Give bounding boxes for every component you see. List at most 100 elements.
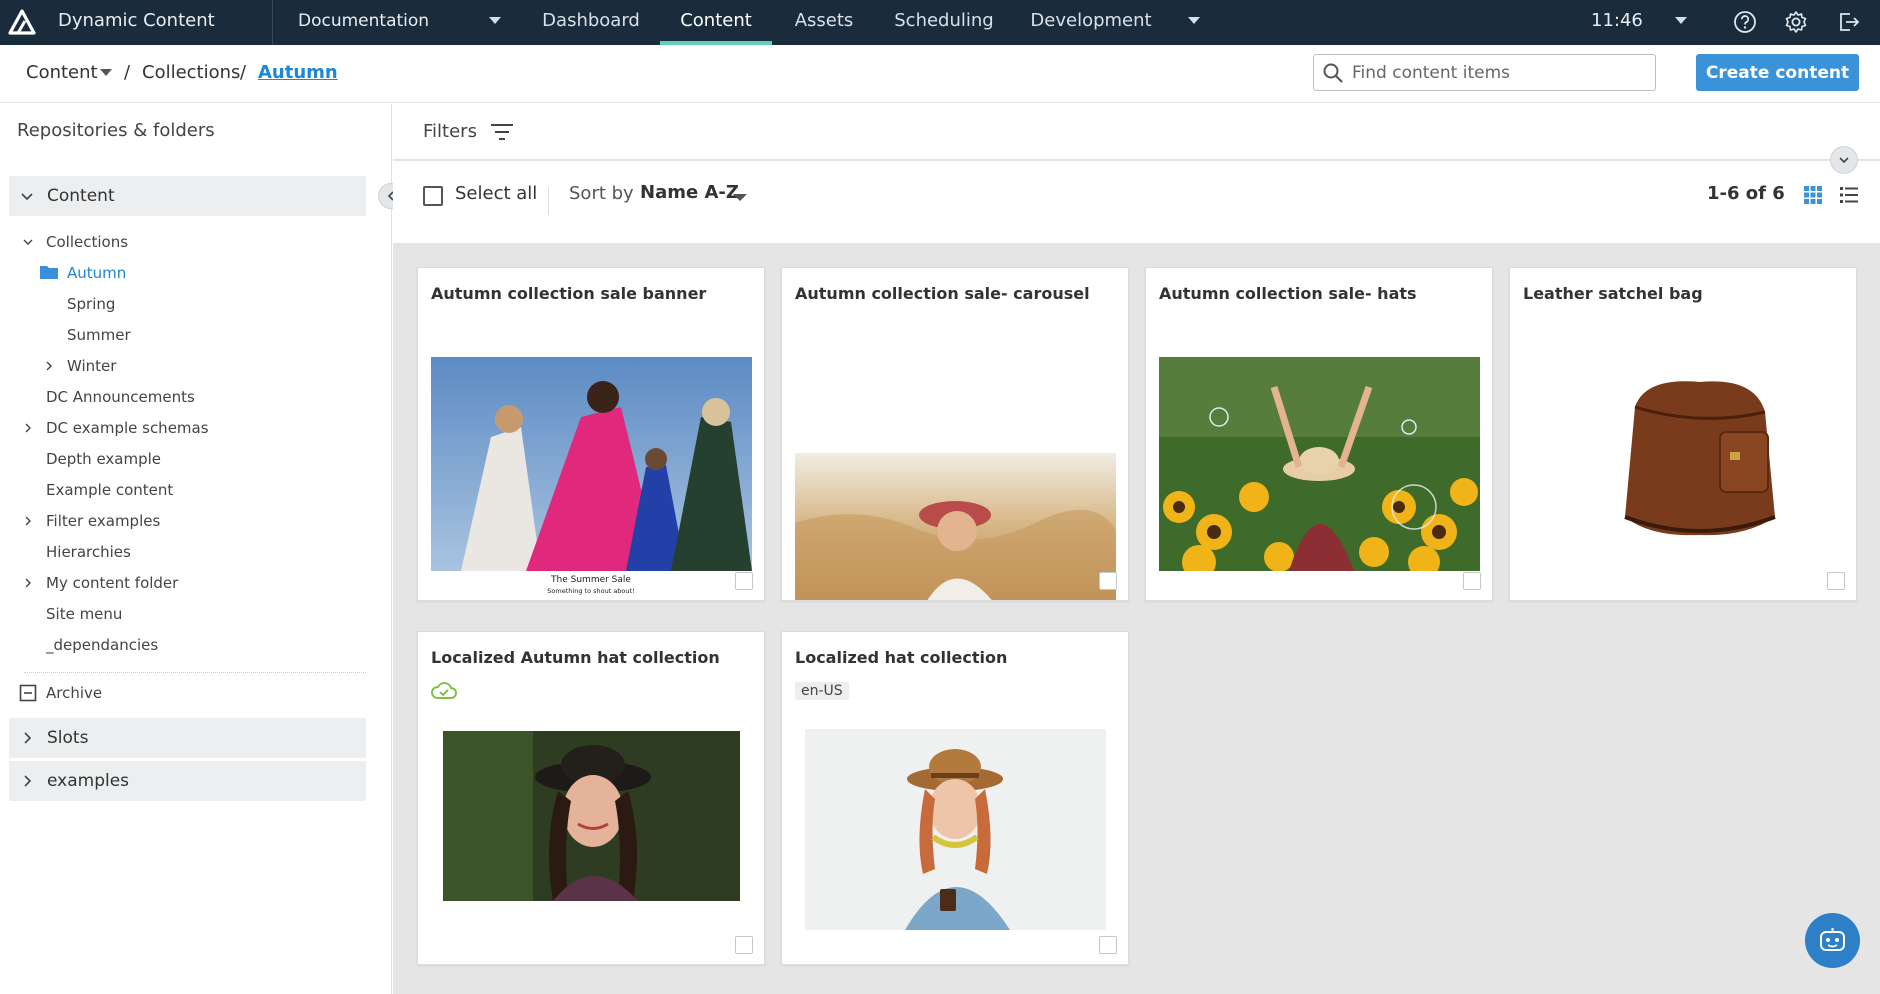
breadcrumb-caret-icon[interactable] <box>100 69 112 76</box>
chatbot-button[interactable] <box>1805 913 1860 968</box>
folder-icon <box>40 266 58 279</box>
nav-development[interactable]: Development <box>1026 0 1156 45</box>
banner-subcaption: Something to shout about! <box>547 587 634 595</box>
chevron-right-icon <box>24 775 32 787</box>
gear-icon[interactable] <box>1782 8 1810 36</box>
tree-item-winter[interactable]: Winter <box>67 353 116 379</box>
chevron-down-icon <box>1839 157 1849 164</box>
content-card[interactable]: Localized hat collection en-US <box>781 631 1129 965</box>
tree-item-site-menu[interactable]: Site menu <box>46 601 122 627</box>
breadcrumb-separator: / <box>240 62 247 83</box>
tree-item-archive[interactable]: Archive <box>46 680 102 706</box>
search-icon <box>1323 63 1343 83</box>
logout-icon[interactable] <box>1834 8 1862 36</box>
filter-icon[interactable] <box>489 121 515 143</box>
satchel-thumbnail <box>1624 381 1776 536</box>
list-toolbar: Select all Sort by Name A-Z 1-6 of 6 <box>393 161 1880 243</box>
chevron-down-icon[interactable] <box>22 236 34 248</box>
sidebar: Repositories & folders Content Collectio… <box>0 104 392 994</box>
tree-item-dc-announcements[interactable]: DC Announcements <box>46 384 195 410</box>
grid-view-icon[interactable] <box>1803 185 1823 205</box>
tree-item-depth-example[interactable]: Depth example <box>46 446 161 472</box>
card-checkbox[interactable] <box>1827 572 1845 590</box>
filters-bar: Filters <box>393 104 1880 160</box>
archive-icon <box>19 684 37 702</box>
card-checkbox[interactable] <box>1463 572 1481 590</box>
list-view-icon[interactable] <box>1839 185 1859 205</box>
logo-icon[interactable] <box>8 8 36 36</box>
content-card[interactable]: Localized Autumn hat collection <box>417 631 765 965</box>
tree-item-hierarchies[interactable]: Hierarchies <box>46 539 131 565</box>
top-navigation-bar: Dynamic Content Documentation Dashboard … <box>0 0 1880 45</box>
help-icon[interactable] <box>1731 8 1759 36</box>
tree-item-dc-example-schemas[interactable]: DC example schemas <box>46 415 209 441</box>
content-card[interactable]: Autumn collection sale- hats <box>1145 267 1493 601</box>
nav-content[interactable]: Content <box>660 0 772 45</box>
tree-item-filter-examples[interactable]: Filter examples <box>46 508 160 534</box>
search-input[interactable] <box>1352 55 1647 90</box>
chevron-right-icon <box>24 732 32 744</box>
card-checkbox[interactable] <box>1099 572 1117 590</box>
nav-assets[interactable]: Assets <box>780 0 868 45</box>
card-title: Autumn collection sale- carousel <box>795 284 1090 303</box>
card-checkbox[interactable] <box>1099 936 1117 954</box>
breadcrumb-collections[interactable]: Collections <box>142 45 240 101</box>
breadcrumb-bar: Content / Collections / Autumn Create co… <box>0 45 1880 103</box>
tree-item-example-content[interactable]: Example content <box>46 477 173 503</box>
section-examples-label: examples <box>47 771 130 791</box>
banner-caption: The Summer Sale <box>550 575 631 585</box>
select-all-checkbox[interactable] <box>423 186 443 206</box>
cloud-sync-icon <box>431 682 457 699</box>
card-title: Autumn collection sale banner <box>431 284 707 303</box>
time-display[interactable]: 11:46 <box>1591 0 1643 42</box>
time-caret-icon[interactable] <box>1675 17 1687 24</box>
card-title: Leather satchel bag <box>1523 284 1703 303</box>
sort-dropdown[interactable]: Name A-Z <box>640 182 739 203</box>
hub-selector[interactable]: Documentation <box>298 0 429 42</box>
nav-dashboard[interactable]: Dashboard <box>530 0 652 45</box>
breadcrumb-separator: / <box>124 62 131 83</box>
tree-item-summer[interactable]: Summer <box>67 322 131 348</box>
search-box <box>1313 54 1656 91</box>
chatbot-icon <box>1820 928 1845 951</box>
header-divider <box>272 0 273 45</box>
content-card[interactable]: Autumn collection sale- carousel <box>781 267 1129 601</box>
expand-filters-button[interactable] <box>1830 146 1858 174</box>
locale-badge: en-US <box>795 682 849 700</box>
card-title: Localized Autumn hat collection <box>431 648 720 667</box>
chevron-right-icon[interactable] <box>43 360 55 372</box>
nav-scheduling[interactable]: Scheduling <box>884 0 1004 45</box>
tree-item-spring[interactable]: Spring <box>67 291 115 317</box>
sort-caret-icon[interactable] <box>733 194 747 201</box>
section-slots[interactable]: Slots <box>9 718 366 758</box>
sort-label: Sort by <box>569 183 634 204</box>
section-content-label: Content <box>47 186 115 206</box>
content-card[interactable]: Autumn collection sale banner The Summer… <box>417 267 765 601</box>
filters-label[interactable]: Filters <box>423 104 477 160</box>
autumn-hat-thumbnail <box>443 731 740 901</box>
breadcrumb-content[interactable]: Content <box>26 45 98 101</box>
tree-item-autumn[interactable]: Autumn <box>67 260 126 286</box>
content-card[interactable]: Leather satchel bag <box>1509 267 1857 601</box>
select-all-label[interactable]: Select all <box>455 183 537 204</box>
sidebar-title: Repositories & folders <box>17 120 215 141</box>
content-area: Filters Select all Sort by Name A-Z 1-6 … <box>393 104 1880 994</box>
card-checkbox[interactable] <box>735 572 753 590</box>
tree-item-collections[interactable]: Collections <box>46 229 128 255</box>
tree-item-my-content-folder[interactable]: My content folder <box>46 570 178 596</box>
chevron-right-icon[interactable] <box>22 577 34 589</box>
section-slots-label: Slots <box>47 728 89 748</box>
create-content-button[interactable]: Create content <box>1696 54 1859 91</box>
breadcrumb-autumn[interactable]: Autumn <box>258 45 338 101</box>
chevron-right-icon[interactable] <box>22 422 34 434</box>
section-content[interactable]: Content <box>9 176 366 216</box>
result-count: 1-6 of 6 <box>1707 183 1785 204</box>
tree-item-dependancies[interactable]: _dependancies <box>46 632 158 658</box>
app-title: Dynamic Content <box>58 10 215 31</box>
hub-caret-icon[interactable] <box>489 17 501 24</box>
development-caret-icon[interactable] <box>1188 17 1200 24</box>
chevron-right-icon[interactable] <box>22 515 34 527</box>
hat-collection-thumbnail <box>805 729 1106 930</box>
section-examples[interactable]: examples <box>9 761 366 801</box>
card-checkbox[interactable] <box>735 936 753 954</box>
